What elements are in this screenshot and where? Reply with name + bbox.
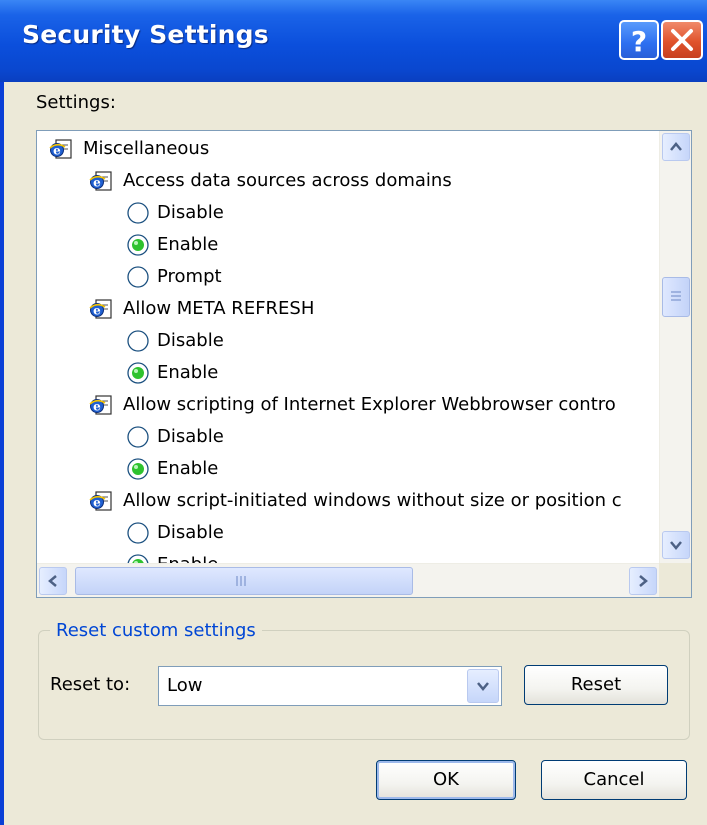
- option-label: Disable: [157, 426, 224, 447]
- dialog-body: Settings: e Miscellaneous e Access data sou…: [4, 82, 707, 825]
- ie-settings-icon: e: [89, 171, 112, 191]
- ie-settings-icon: e: [49, 139, 72, 159]
- option-row[interactable]: Enable: [37, 357, 659, 389]
- option-label: Disable: [157, 522, 224, 543]
- option-label: Enable: [157, 362, 219, 383]
- scroll-right-button[interactable]: [629, 567, 657, 595]
- vertical-scrollbar[interactable]: [659, 131, 691, 563]
- chevron-down-icon: [670, 541, 682, 550]
- grip-icon: [671, 291, 681, 301]
- window-title: Security Settings: [22, 20, 269, 49]
- scrollbar-corner: [659, 563, 691, 597]
- radio-unselected-icon[interactable]: [127, 522, 149, 544]
- category-label: Miscellaneous: [83, 138, 210, 159]
- category-row: e Miscellaneous: [37, 133, 659, 165]
- vertical-scroll-thumb[interactable]: [662, 277, 690, 317]
- radio-selected-icon[interactable]: [127, 234, 149, 256]
- reset-to-label: Reset to:: [50, 674, 131, 695]
- radio-unselected-icon[interactable]: [127, 266, 149, 288]
- option-label: Enable: [157, 549, 218, 563]
- help-button[interactable]: ?: [619, 20, 659, 60]
- setting-label: Allow script-initiated windows without s…: [123, 490, 622, 511]
- setting-label: Access data sources across domains: [123, 170, 452, 191]
- setting-row: e Allow scripting of Internet Explorer We…: [37, 389, 659, 421]
- option-label: Disable: [157, 330, 224, 351]
- scroll-down-button[interactable]: [662, 531, 690, 559]
- chevron-right-icon: [639, 575, 648, 587]
- grip-icon: [236, 576, 246, 586]
- dropdown-button[interactable]: [467, 669, 499, 703]
- reset-level-value: Low: [167, 675, 203, 696]
- option-label: Disable: [157, 202, 224, 223]
- chevron-left-icon: [48, 575, 57, 587]
- setting-label: Allow META REFRESH: [123, 298, 315, 319]
- setting-row: e Access data sources across domains: [37, 165, 659, 197]
- help-icon: ?: [631, 25, 647, 58]
- reset-button[interactable]: Reset: [524, 665, 668, 705]
- radio-selected-icon[interactable]: [127, 554, 149, 563]
- scroll-left-button[interactable]: [39, 567, 67, 595]
- chevron-down-icon: [477, 682, 489, 691]
- option-row[interactable]: Enable: [37, 229, 659, 261]
- radio-selected-icon[interactable]: [127, 458, 149, 480]
- chevron-up-icon: [670, 142, 682, 151]
- option-row[interactable]: Disable: [37, 197, 659, 229]
- option-row[interactable]: Enable: [37, 453, 659, 485]
- title-bar[interactable]: Security Settings ?: [0, 0, 707, 82]
- reset-level-dropdown[interactable]: Low: [158, 666, 502, 706]
- close-icon: [671, 29, 693, 51]
- scroll-up-button[interactable]: [662, 133, 690, 161]
- option-label: Enable: [157, 234, 219, 255]
- radio-selected-icon[interactable]: [127, 362, 149, 384]
- settings-label: Settings:: [36, 92, 116, 113]
- settings-list[interactable]: e Miscellaneous e Access data sources acros…: [36, 130, 692, 598]
- setting-row: e Allow META REFRESH: [37, 293, 659, 325]
- close-button[interactable]: [661, 20, 703, 60]
- ie-settings-icon: e: [89, 491, 112, 511]
- security-settings-window: Security Settings ? Settings: e Miscellan…: [0, 0, 707, 825]
- option-row[interactable]: Disable: [37, 325, 659, 357]
- reset-group-title: Reset custom settings: [50, 620, 262, 641]
- option-row[interactable]: Prompt: [37, 261, 659, 293]
- ie-settings-icon: e: [89, 395, 112, 415]
- radio-unselected-icon[interactable]: [127, 202, 149, 224]
- horizontal-scrollbar[interactable]: [37, 563, 659, 597]
- settings-tree: e Miscellaneous e Access data sources acros…: [37, 131, 659, 563]
- radio-unselected-icon[interactable]: [127, 330, 149, 352]
- option-label: Enable: [157, 458, 219, 479]
- option-row[interactable]: Disable: [37, 421, 659, 453]
- horizontal-scroll-thumb[interactable]: [75, 567, 413, 595]
- radio-unselected-icon[interactable]: [127, 426, 149, 448]
- option-row[interactable]: Enable: [37, 549, 659, 563]
- setting-label: Allow scripting of Internet Explorer Web…: [123, 394, 616, 415]
- ie-settings-icon: e: [89, 299, 112, 319]
- option-row[interactable]: Disable: [37, 517, 659, 549]
- setting-row: e Allow script-initiated windows without …: [37, 485, 659, 517]
- ok-button[interactable]: OK: [376, 760, 516, 800]
- cancel-button[interactable]: Cancel: [541, 760, 687, 800]
- option-label: Prompt: [157, 266, 222, 287]
- help-symbol: ?: [631, 25, 647, 58]
